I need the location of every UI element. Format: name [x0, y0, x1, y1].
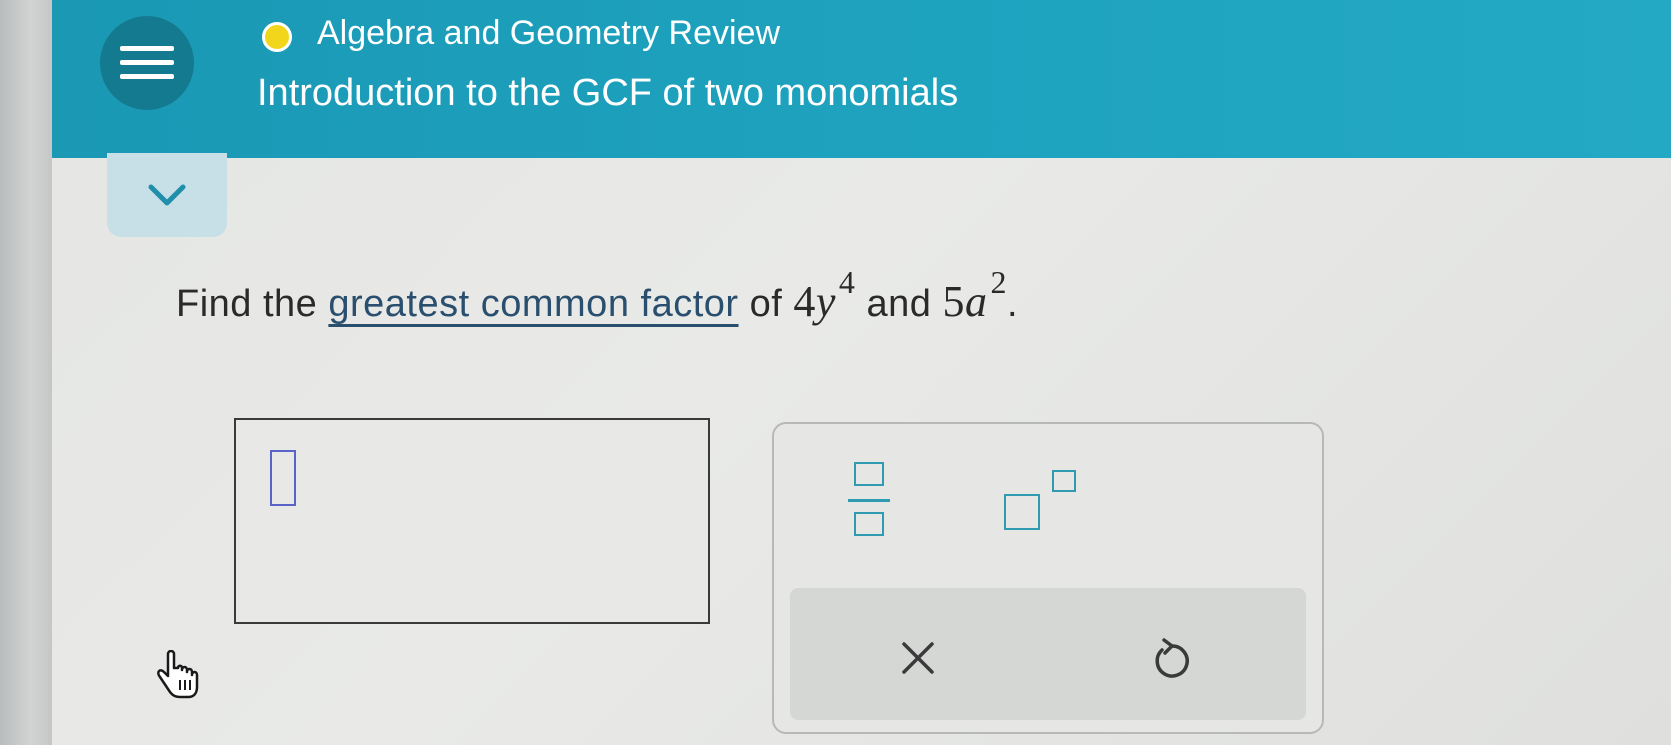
exponent-icon-power	[1052, 470, 1076, 492]
monomial-2-variable: a	[964, 277, 988, 326]
chevron-down-icon	[148, 184, 186, 206]
app-screen: Algebra and Geometry Review Introduction…	[52, 0, 1671, 745]
fraction-icon-bar	[848, 499, 890, 502]
course-title: Algebra and Geometry Review	[317, 14, 781, 52]
monomial-1: 4y4	[793, 264, 855, 326]
fraction-icon-numerator	[854, 462, 884, 486]
input-cursor-placeholder	[270, 450, 296, 506]
menu-bar-3	[120, 74, 174, 79]
topic-title: Introduction to the GCF of two monomials	[257, 72, 959, 114]
fraction-icon-denominator	[854, 512, 884, 536]
clear-button[interactable]	[898, 638, 938, 678]
menu-bar-2	[120, 60, 174, 65]
monomial-2-coefficient: 5	[942, 277, 965, 326]
header-bar: Algebra and Geometry Review Introduction…	[52, 0, 1671, 158]
monomial-1-exponent: 4	[838, 264, 856, 300]
x-icon	[902, 642, 934, 674]
hand-pointer-icon	[157, 650, 199, 699]
answer-input[interactable]	[234, 418, 710, 624]
monomial-2-exponent: 2	[990, 264, 1007, 300]
progress-status-dot	[262, 22, 292, 52]
menu-button[interactable]	[100, 16, 194, 110]
monomial-2: 5a2	[942, 264, 1007, 326]
question-and: and	[866, 283, 932, 325]
undo-button[interactable]	[1152, 638, 1192, 682]
device-bezel	[0, 0, 52, 745]
expand-toggle-button[interactable]	[107, 153, 227, 237]
monomial-1-coefficient: 4	[793, 277, 816, 326]
undo-icon	[1155, 638, 1189, 678]
exponent-icon-base	[1004, 494, 1040, 530]
fraction-button[interactable]	[844, 462, 894, 542]
math-toolbar	[772, 422, 1324, 734]
monomial-1-variable: y	[815, 277, 836, 326]
gcf-definition-link[interactable]: greatest common factor	[328, 283, 738, 325]
exponent-button[interactable]	[1004, 464, 1094, 534]
question-of: of	[749, 283, 783, 325]
question-text: Find the greatest common factor of 4y4 a…	[176, 264, 1018, 327]
question-period: .	[1006, 283, 1018, 325]
menu-bar-1	[120, 46, 174, 51]
question-prefix: Find the	[176, 283, 318, 325]
action-bar	[790, 588, 1306, 720]
